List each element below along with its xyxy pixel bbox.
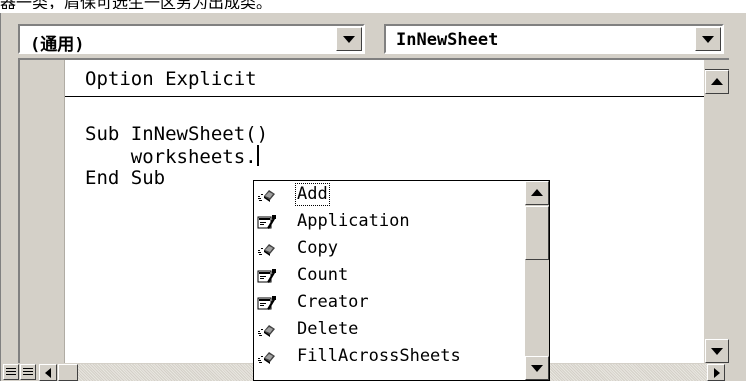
property-icon	[257, 295, 277, 311]
method-icon	[257, 241, 277, 257]
procedure-view-icon	[6, 368, 16, 376]
procedure-combo-value: InNewSheet	[396, 30, 499, 50]
autocomplete-item[interactable]: Add	[254, 183, 525, 206]
arrow-right-icon	[714, 367, 720, 378]
method-icon	[257, 322, 277, 338]
text-caret	[256, 145, 259, 166]
vertical-scrollbar[interactable]	[704, 60, 729, 363]
scroll-right-button[interactable]	[707, 364, 725, 381]
scroll-down-button[interactable]	[705, 339, 729, 363]
code-line: End Sub	[85, 167, 166, 189]
code-line: Sub InNewSheet()	[85, 123, 269, 145]
margin-indicator-bar[interactable]	[20, 60, 65, 363]
procedure-view-button[interactable]	[3, 364, 19, 380]
autocomplete-item-label: Creator	[297, 292, 369, 312]
procedure-combo[interactable]: InNewSheet	[384, 24, 724, 54]
autocomplete-item[interactable]: FillAcrossSheets	[254, 345, 525, 368]
autocomplete-item-label: FillAcrossSheets	[297, 346, 461, 366]
arrow-up-icon	[531, 189, 543, 196]
autocomplete-scrollbar[interactable]	[525, 181, 549, 380]
arrow-down-icon	[531, 365, 543, 372]
method-icon	[257, 187, 277, 203]
chevron-down-icon	[343, 36, 355, 43]
full-module-view-icon	[23, 368, 33, 376]
autocomplete-item[interactable]: Creator	[254, 291, 525, 314]
code-line: Option Explicit	[85, 68, 257, 90]
object-combo[interactable]: (通用)	[18, 24, 365, 55]
property-icon	[257, 268, 277, 284]
object-combo-value: (通用)	[30, 35, 85, 55]
code-line-text: worksheets.	[85, 146, 257, 168]
scroll-up-button[interactable]	[705, 70, 729, 94]
arrow-left-icon	[45, 367, 51, 378]
autocomplete-scroll-up-button[interactable]	[525, 181, 549, 205]
method-icon	[257, 349, 277, 365]
full-module-view-button[interactable]	[20, 364, 36, 380]
arrow-up-icon	[711, 78, 723, 85]
scroll-left-button[interactable]	[39, 364, 57, 381]
autocomplete-item-label: Add	[295, 183, 330, 206]
autocomplete-item[interactable]: Application	[254, 210, 525, 233]
autocomplete-list[interactable]: Add Application Copy Count Creator Delete Fill…	[254, 181, 525, 380]
procedure-separator	[65, 96, 705, 97]
split-bar[interactable]	[705, 60, 729, 70]
autocomplete-item-label: Delete	[297, 319, 359, 339]
autocomplete-popup[interactable]: Add Application Copy Count Creator Delete Fill…	[253, 180, 550, 381]
autocomplete-item[interactable]: Delete	[254, 318, 525, 341]
horizontal-scroll-thumb[interactable]	[58, 364, 78, 381]
autocomplete-item[interactable]: Copy	[254, 237, 525, 260]
property-icon	[257, 214, 277, 230]
chevron-down-icon	[702, 36, 714, 43]
autocomplete-scroll-down-button[interactable]	[525, 356, 549, 380]
autocomplete-item-label: Application	[297, 211, 410, 231]
autocomplete-scroll-thumb[interactable]	[525, 206, 549, 260]
procedure-dropdown-button[interactable]	[695, 27, 721, 51]
code-line-current: worksheets.	[85, 145, 259, 168]
arrow-down-icon	[711, 348, 723, 355]
top-caption: 器一类，肩保可选生一区另为出成类。	[0, 0, 747, 9]
autocomplete-item-label: Count	[297, 265, 349, 285]
autocomplete-item[interactable]: Count	[254, 264, 525, 287]
autocomplete-item-label: Copy	[297, 238, 338, 258]
object-dropdown-button[interactable]	[336, 27, 362, 51]
